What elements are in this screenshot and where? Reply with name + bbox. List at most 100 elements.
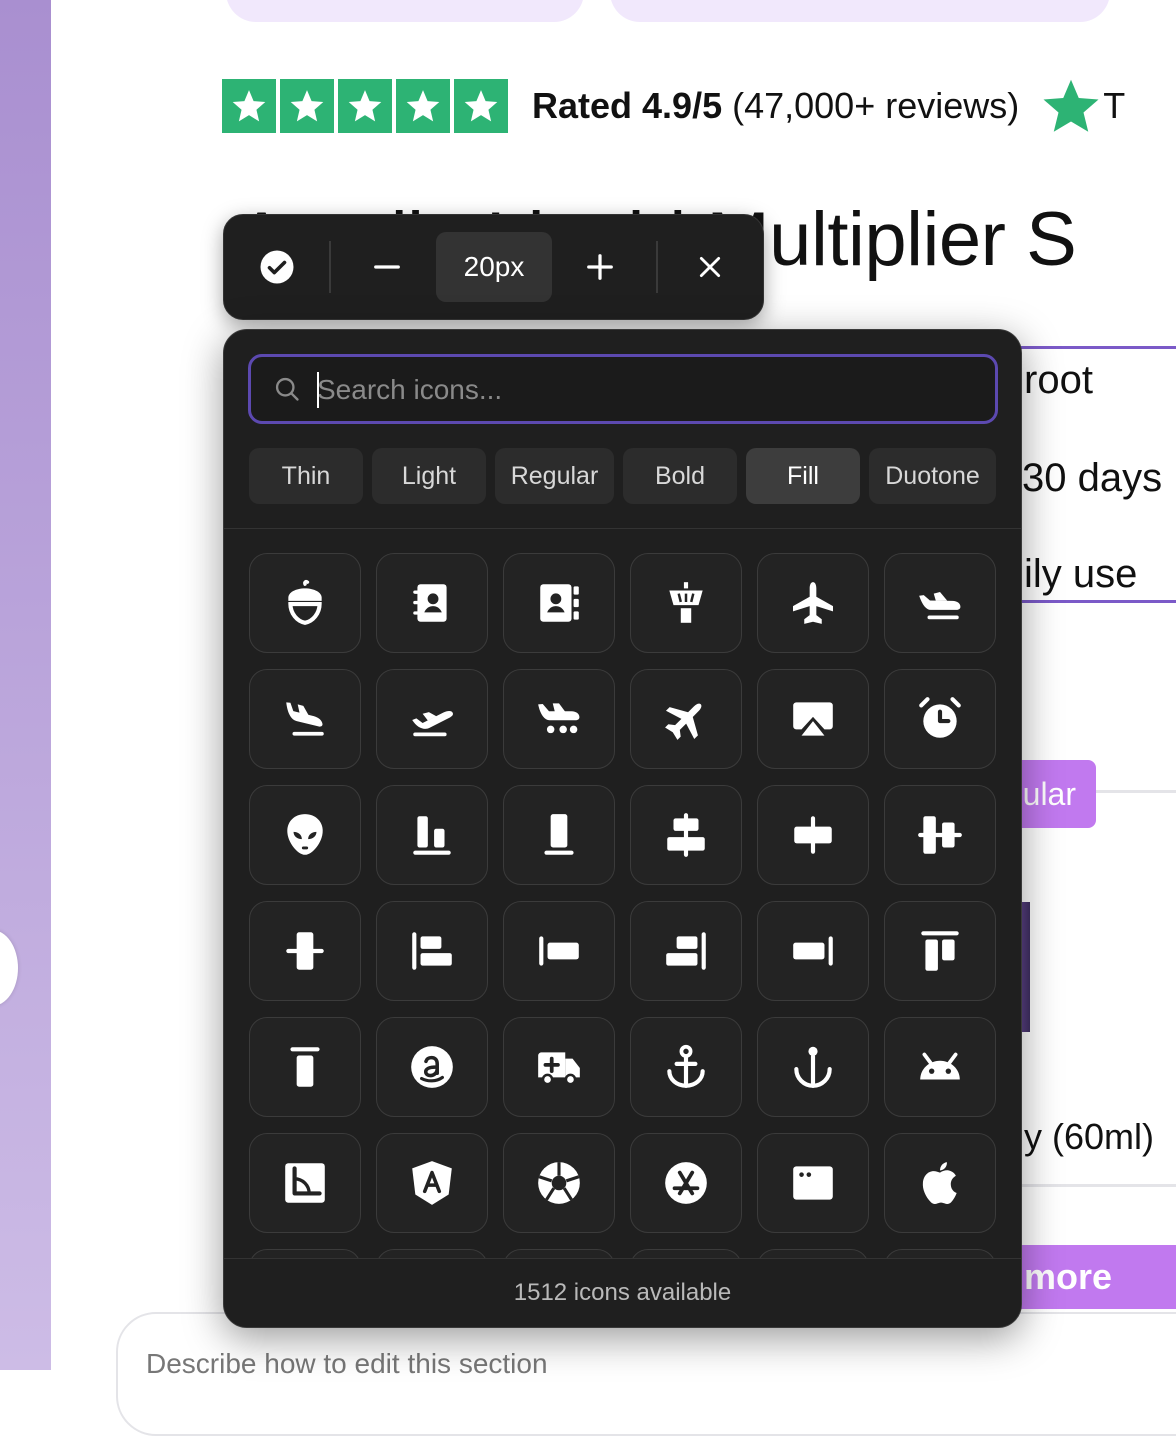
- alarm-icon: [919, 697, 961, 738]
- address-book-icon: [413, 584, 447, 622]
- icon-tile-airplane-landing[interactable]: [249, 669, 361, 769]
- toolbar-separator: [329, 241, 331, 293]
- icon-tile-align-center-horizontal-simple[interactable]: [757, 785, 869, 885]
- align-center-horizontal-icon: [667, 813, 705, 857]
- airplane-tilt-icon: [665, 703, 702, 740]
- angular-logo-icon: [412, 1161, 452, 1205]
- background-text: ily use: [1024, 552, 1138, 596]
- icon-tile-anchor[interactable]: [630, 1017, 742, 1117]
- icon-grid: [249, 553, 996, 1327]
- icon-tile-align-top-simple[interactable]: [249, 1017, 361, 1117]
- icon-tile-align-right[interactable]: [630, 901, 742, 1001]
- tab-underline: [1010, 600, 1176, 603]
- icon-tile-align-left[interactable]: [376, 901, 488, 1001]
- icon-tile-airplane-takeoff[interactable]: [376, 669, 488, 769]
- icon-tile-aperture[interactable]: [503, 1133, 615, 1233]
- weight-tab-light[interactable]: Light: [372, 448, 486, 504]
- trustpilot-star-icon: [1043, 79, 1099, 132]
- icon-tile-anchor-simple[interactable]: [757, 1017, 869, 1117]
- confirm-button[interactable]: [244, 231, 310, 303]
- weight-tab-regular[interactable]: Regular: [495, 448, 614, 504]
- airplane-icon: [793, 582, 833, 624]
- icon-tile-alien[interactable]: [249, 785, 361, 885]
- icon-tile-align-right-simple[interactable]: [757, 901, 869, 1001]
- icon-tile-airplane[interactable]: [757, 553, 869, 653]
- icon-tile-angular-logo[interactable]: [376, 1133, 488, 1233]
- background-sidebar-strip: [0, 0, 51, 1370]
- rating-star-icon: [396, 79, 450, 133]
- divider: [1096, 790, 1176, 793]
- background-text: root: [1024, 358, 1093, 402]
- icon-tile-angle[interactable]: [249, 1133, 361, 1233]
- address-book-tabs-icon: [540, 584, 579, 622]
- align-top-simple-icon: [290, 1047, 320, 1087]
- icon-tile-address-book-tabs[interactable]: [503, 553, 615, 653]
- weight-tab-duotone[interactable]: Duotone: [869, 448, 996, 504]
- icon-tile-align-center-vertical-simple[interactable]: [249, 901, 361, 1001]
- icon-tile-android-logo[interactable]: [884, 1017, 996, 1117]
- rating-reviews: (47,000+ reviews): [732, 85, 1020, 126]
- search-input[interactable]: [315, 365, 979, 415]
- align-top-icon: [921, 931, 959, 971]
- background-text: 30 days: [1022, 456, 1163, 500]
- trustpilot-stars: [222, 79, 508, 133]
- icon-tile-align-center-vertical[interactable]: [884, 785, 996, 885]
- icon-tile-airplane-in-flight[interactable]: [884, 553, 996, 653]
- icon-tile-align-top[interactable]: [884, 901, 996, 1001]
- rating-star-icon: [222, 79, 276, 133]
- amazon-logo-icon: [411, 1046, 453, 1088]
- divider: [1010, 1184, 1176, 1187]
- search-box: [248, 354, 998, 424]
- rating-star-icon: [454, 79, 508, 133]
- airplane-in-flight-icon: [919, 591, 961, 620]
- icon-size-toolbar: 20px: [223, 214, 764, 320]
- icon-tile-align-center-horizontal[interactable]: [630, 785, 742, 885]
- background-text: y (60ml): [1024, 1116, 1155, 1157]
- icon-tile-acorn[interactable]: [249, 553, 361, 653]
- decrease-size-button[interactable]: [354, 231, 420, 303]
- icon-tile-alarm[interactable]: [884, 669, 996, 769]
- icon-tile-align-left-simple[interactable]: [503, 901, 615, 1001]
- icon-tile-align-bottom-simple[interactable]: [503, 785, 615, 885]
- airplay-icon: [793, 702, 833, 736]
- alien-icon: [287, 814, 323, 855]
- weight-tab-bold[interactable]: Bold: [623, 448, 737, 504]
- align-left-icon: [412, 932, 452, 970]
- align-center-horizontal-simple-icon: [794, 816, 832, 854]
- align-bottom-simple-icon: [544, 814, 574, 855]
- toolbar-separator: [656, 241, 658, 293]
- icon-tile-ambulance[interactable]: [503, 1017, 615, 1117]
- increase-size-button[interactable]: [567, 231, 633, 303]
- icon-tile-app-window[interactable]: [757, 1133, 869, 1233]
- icon-tile-address-book[interactable]: [376, 553, 488, 653]
- rating-text: Rated 4.9/5 (47,000+ reviews): [532, 85, 1019, 127]
- acorn-icon: [288, 580, 322, 625]
- close-button[interactable]: [677, 231, 743, 303]
- air-traffic-control-icon: [669, 582, 703, 623]
- weight-tab-thin[interactable]: Thin: [249, 448, 363, 504]
- align-center-vertical-icon: [918, 816, 962, 854]
- text-cursor: [317, 372, 319, 408]
- align-bottom-icon: [413, 816, 451, 855]
- anchor-simple-icon: [794, 1046, 832, 1088]
- more-button[interactable]: more: [1000, 1245, 1176, 1309]
- icon-tile-airplane-taxiing[interactable]: [503, 669, 615, 769]
- icon-tile-app-store-logo[interactable]: [630, 1133, 742, 1233]
- angle-icon: [285, 1163, 325, 1203]
- icon-tile-amazon-logo[interactable]: [376, 1017, 488, 1117]
- align-right-icon: [666, 932, 706, 970]
- icon-tile-airplane-tilt[interactable]: [630, 669, 742, 769]
- rating-star-icon: [338, 79, 392, 133]
- icon-tile-align-bottom[interactable]: [376, 785, 488, 885]
- rating-score: Rated 4.9/5: [532, 85, 723, 126]
- icon-picker-panel: Thin Light Regular Bold Fill Duotone 151…: [223, 329, 1022, 1328]
- weight-tab-fill[interactable]: Fill: [746, 448, 860, 504]
- icon-tile-air-traffic-control[interactable]: [630, 553, 742, 653]
- ambulance-icon: [538, 1052, 580, 1086]
- size-value: 20px: [436, 232, 552, 302]
- background-pill: [610, 0, 1110, 22]
- airplane-landing-icon: [286, 702, 324, 736]
- anchor-icon: [667, 1044, 705, 1088]
- icon-tile-airplay[interactable]: [757, 669, 869, 769]
- icon-tile-apple-logo[interactable]: [884, 1133, 996, 1233]
